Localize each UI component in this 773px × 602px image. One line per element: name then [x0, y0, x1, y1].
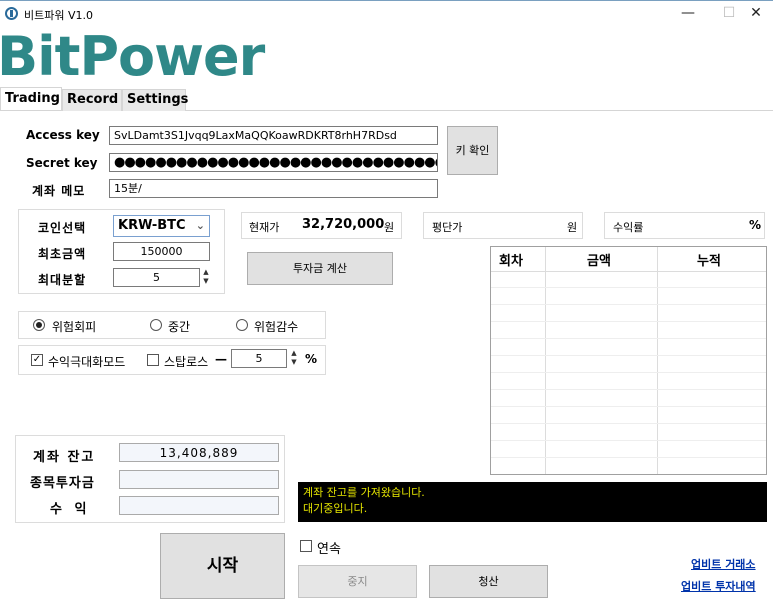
upbit-history-link[interactable]: 업비트 투자내역 [681, 578, 756, 594]
return-rate-unit: % [749, 218, 762, 232]
stoploss-input[interactable]: 5 [231, 349, 287, 368]
grid-row-line [491, 440, 766, 441]
brand-logo-text: BitPower [0, 25, 265, 88]
grid-row-line [491, 372, 766, 373]
grid-row-line [491, 287, 766, 288]
chevron-down-icon: ⌄ [195, 219, 205, 232]
invest-amount-label: 종목투자금 [30, 476, 95, 491]
column-header-amount: 금액 [587, 254, 611, 269]
balance-label: 계좌 잔고 [33, 450, 96, 465]
current-price-value: 32,720,000 [302, 217, 385, 232]
secret-key-input[interactable]: ●●●●●●●●●●●●●●●●●●●●●●●●●●●●●●●●●●●●●●●● [109, 153, 438, 172]
initial-amount-input[interactable]: 150000 [113, 242, 210, 261]
current-price-label: 현재가 [249, 221, 280, 234]
return-rate-label: 수익률 [613, 221, 644, 234]
average-price-unit: 원 [567, 221, 578, 234]
start-button[interactable]: 시작 [160, 533, 285, 599]
maximize-mode-label: 수익극대화모드 [48, 355, 126, 369]
upbit-exchange-link[interactable]: 업비트 거래소 [691, 556, 756, 572]
tab-trading[interactable]: Trading [0, 87, 62, 110]
risk-avoid-label: 위험회피 [52, 320, 97, 334]
max-split-stepper-icon[interactable]: ▲ ▼ [201, 268, 211, 287]
app-icon [5, 7, 18, 20]
tab-settings[interactable]: Settings [122, 89, 188, 111]
access-key-input[interactable]: SvLDamt3S1Jvqq9LaxMaQQKoawRDKRT8rhH7RDsd [109, 126, 438, 145]
max-split-input[interactable]: 5 [113, 268, 200, 287]
grid-row-line [491, 338, 766, 339]
balance-value: 13,408,889 [119, 443, 279, 462]
calculate-investment-button[interactable]: 투자금 계산 [247, 252, 393, 285]
max-split-label: 최대분할 [38, 273, 87, 287]
average-price-label: 평단가 [432, 221, 463, 234]
risk-medium-label: 중간 [168, 320, 191, 334]
coin-select[interactable]: KRW-BTC ⌄ [113, 215, 210, 237]
risk-medium-radio[interactable] [150, 319, 162, 331]
stoploss-unit: % [305, 352, 318, 366]
table-header: 회차 금액 누적 [491, 247, 766, 271]
grid-row-line [491, 406, 766, 407]
maximize-mode-checkbox[interactable]: ✓ [31, 354, 43, 366]
column-header-round: 회차 [499, 254, 523, 269]
grid-row-line [491, 457, 766, 458]
access-key-label: Access key [26, 128, 100, 142]
header-divider [491, 271, 766, 272]
status-log: 계좌 잔고를 가져왔습니다. 대기중입니다. [298, 482, 767, 522]
grid-row-line [491, 389, 766, 390]
minimize-button[interactable]: — [678, 4, 698, 22]
close-button[interactable]: ✕ [746, 4, 766, 22]
liquidate-button[interactable]: 청산 [429, 565, 548, 598]
invest-amount-value [119, 470, 279, 489]
stoploss-stepper-icon[interactable]: ▲ ▼ [289, 349, 299, 368]
log-line: 대기중입니다. [303, 502, 368, 515]
profit-value [119, 496, 279, 515]
memo-input[interactable]: 15분/ [109, 179, 438, 198]
grid-row-line [491, 321, 766, 322]
tab-record[interactable]: Record [62, 89, 122, 111]
continuous-checkbox[interactable] [300, 540, 312, 552]
risk-avoid-radio[interactable] [33, 319, 45, 331]
risk-take-label: 위험감수 [254, 320, 299, 334]
continuous-label: 연속 [317, 542, 341, 557]
maximize-button[interactable]: ☐ [719, 4, 739, 22]
risk-take-radio[interactable] [236, 319, 248, 331]
initial-amount-label: 최초금액 [38, 247, 87, 261]
grid-row-line [491, 423, 766, 424]
stoploss-prefix: — [215, 352, 227, 366]
window-title: 비트파워 V1.0 [24, 9, 93, 22]
key-confirm-button[interactable]: 키 확인 [447, 126, 498, 175]
split-table: 회차 금액 누적 [490, 246, 767, 475]
stoploss-label: 스탑로스 [164, 355, 209, 369]
stoploss-checkbox[interactable] [147, 354, 159, 366]
coin-select-label: 코인선택 [38, 221, 87, 235]
grid-row-line [491, 304, 766, 305]
current-price-unit: 원 [384, 221, 395, 234]
log-line: 계좌 잔고를 가져왔습니다. [303, 486, 425, 499]
grid-row-line [491, 355, 766, 356]
column-header-cumulative: 누적 [697, 254, 721, 269]
stop-button[interactable]: 중지 [298, 565, 417, 598]
secret-key-label: Secret key [26, 156, 98, 170]
profit-label: 수 익 [50, 502, 91, 517]
title-bar [0, 0, 773, 28]
coin-select-value: KRW-BTC [118, 218, 186, 233]
tab-strip: Trading Record Settings [0, 87, 773, 111]
memo-label: 계좌 메모 [32, 184, 86, 198]
